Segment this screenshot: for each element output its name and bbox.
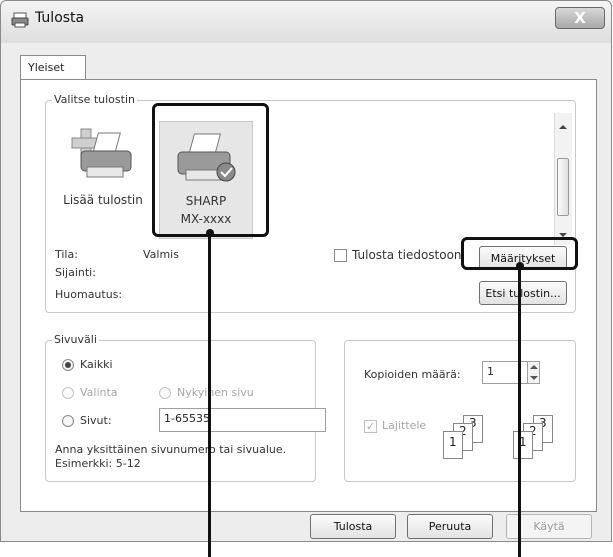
page-range-hint: Anna yksittäinen sivunumero tai sivualue… [55,443,287,456]
collate-illustration-2: 3 2 1 [509,415,559,465]
copies-input[interactable]: 1 [482,361,528,384]
general-panel: Valitse tulostin Lisää tulostin SHARP MX… [20,79,597,512]
page-range-legend: Sivuväli [52,333,99,346]
print-to-file-label: Tulosta tiedostoon [352,248,462,262]
range-selection-label: Valinta [80,386,118,399]
printer-list[interactable]: Lisää tulostin SHARP MX-xxxx [47,113,553,245]
find-printer-button[interactable]: Etsi tulostin... [479,281,567,305]
printer-item-add[interactable]: Lisää tulostin [53,121,153,231]
printer-callout-frame [152,103,269,237]
cancel-button[interactable]: Peruuta [407,514,493,539]
copies-spinner[interactable] [527,361,540,384]
printer-list-scrollbar[interactable] [554,113,572,245]
status-label: Tila: [55,248,78,261]
page-range-group: Sivuväli Kaikki Valinta Nykyinen sivu Si… [45,333,326,482]
preferences-callout-dot [516,262,524,270]
printer-icon [11,12,29,28]
location-label: Sijainti: [55,266,96,279]
page-range-input[interactable]: 1-65535 [159,408,326,432]
title-bar: Tulosta X [1,1,611,43]
scroll-up-icon[interactable] [558,123,568,131]
status-value: Valmis [143,248,179,261]
comment-label: Huomautus: [55,288,123,301]
collate-label: Lajittele [382,419,427,432]
print-to-file-checkbox[interactable] [334,249,347,262]
range-pages-radio[interactable] [62,415,74,427]
printer-callout-dot [206,229,214,237]
collate-page-1: 1 [449,435,457,449]
add-printer-label: Lisää tulostin [63,193,143,207]
range-pages-label: Sivut: [80,414,112,427]
printer-callout-line [208,233,211,557]
spin-up-icon[interactable] [530,364,538,370]
collate-illustration-1: 3 2 1 [439,415,489,465]
collate-checkbox[interactable]: ✓ [364,420,377,433]
spin-down-icon[interactable] [530,375,538,381]
printer-select-group: Valitse tulostin Lisää tulostin SHARP MX… [45,93,576,313]
range-all-label: Kaikki [80,358,113,371]
print-button[interactable]: Tulosta [310,514,396,539]
scroll-thumb[interactable] [557,158,569,216]
close-button[interactable]: X [555,7,605,29]
printer-group-legend: Valitse tulostin [52,93,137,106]
range-current-page-label: Nykyinen sivu [177,386,254,399]
range-current-page-radio[interactable] [159,387,171,399]
tab-yleiset[interactable]: Yleiset [20,55,86,80]
range-selection-radio[interactable] [62,387,74,399]
page-range-example: Esimerkki: 5-12 [55,457,141,470]
copies-group: Kopioiden määrä: 1 ✓ Lajittele 3 2 1 3 [344,340,576,482]
preferences-callout-line [518,266,521,557]
range-all-radio[interactable] [62,359,74,371]
window-title: Tulosta [35,10,85,26]
copies-label: Kopioiden määrä: [364,368,461,381]
add-printer-icon [71,128,132,178]
